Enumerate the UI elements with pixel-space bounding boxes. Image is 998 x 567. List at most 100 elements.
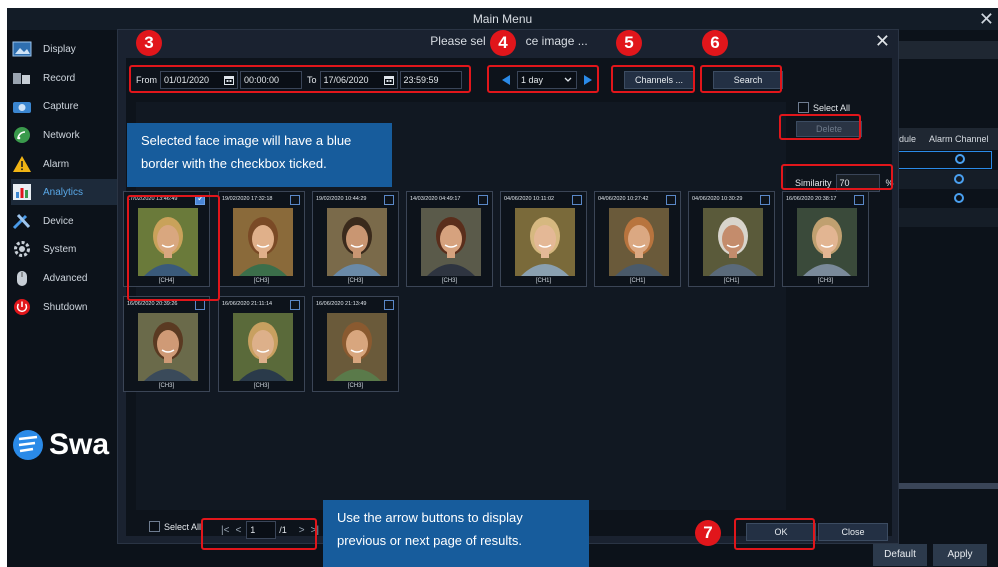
result-channel: [CH3]	[817, 278, 834, 284]
face-result-card[interactable]: 17/02/2020 13:46:49 [CH4]	[123, 191, 210, 287]
close-button[interactable]: Close	[818, 523, 888, 541]
sidebar-item-advanced[interactable]: Advanced	[11, 265, 123, 291]
apply-button[interactable]: Apply	[933, 544, 987, 566]
face-photo[interactable]	[327, 313, 387, 381]
period-select[interactable]: 1 day	[517, 71, 577, 89]
result-timestamp: 04/06/2020 10:11:02	[504, 196, 555, 202]
sidebar-item-capture[interactable]: Capture	[11, 93, 123, 119]
device-icon	[11, 211, 33, 231]
sidebar-item-device[interactable]: Device	[11, 208, 123, 234]
result-checkbox[interactable]	[384, 195, 394, 205]
capture-icon	[11, 96, 33, 116]
dialog-close-icon[interactable]: ✕	[875, 30, 890, 52]
sidebar-item-shutdown[interactable]: Shutdown	[11, 294, 123, 320]
face-result-card[interactable]: 16/06/2020 21:11:14 [CH3]	[218, 296, 305, 392]
next-page-icon[interactable]: >	[299, 525, 305, 536]
background-table-row[interactable]	[897, 170, 998, 189]
last-page-icon[interactable]: >|	[311, 525, 319, 536]
advanced-icon	[11, 268, 33, 288]
result-checkbox[interactable]	[854, 195, 864, 205]
face-photo[interactable]	[138, 313, 198, 381]
face-result-card[interactable]: 19/02/2020 17:32:18 [CH3]	[218, 191, 305, 287]
background-table-row[interactable]	[897, 189, 998, 208]
background-scrollbar[interactable]	[897, 483, 998, 489]
result-channel: [CH3]	[253, 278, 270, 284]
face-result-card[interactable]: 16/06/2020 20:39:26 [CH3]	[123, 296, 210, 392]
from-time-field[interactable]: 00:00:00	[240, 71, 302, 89]
from-date-value: 01/01/2020	[164, 75, 210, 85]
similarity-input[interactable]: 70	[835, 174, 880, 192]
ok-button[interactable]: OK	[746, 523, 816, 541]
date-range-bar: From 01/01/2020 00:00:00 To 17/06/2020 2…	[136, 71, 462, 89]
select-all-bottom[interactable]: Select All	[149, 521, 201, 532]
background-table-row[interactable]	[897, 151, 992, 169]
default-button[interactable]: Default	[873, 544, 927, 566]
sidebar-item-alarm[interactable]: Alarm	[11, 151, 123, 177]
sidebar-item-label: Device	[43, 215, 74, 227]
result-timestamp: 19/02/2020 17:32:18	[222, 196, 273, 202]
result-checkbox[interactable]	[195, 193, 205, 205]
window-title: Main Menu	[472, 12, 533, 26]
face-result-card[interactable]: 04/06/2020 10:11:02 [CH1]	[500, 191, 587, 287]
period-value: 1 day	[521, 75, 544, 85]
prev-period-icon[interactable]	[500, 74, 512, 86]
gear-icon[interactable]	[955, 154, 965, 164]
face-thumbnail-icon	[138, 313, 198, 381]
result-checkbox[interactable]	[572, 195, 582, 205]
window-titlebar: Main Menu ✕	[7, 8, 998, 30]
select-all-top[interactable]: Select All	[798, 102, 850, 113]
face-photo[interactable]	[233, 313, 293, 381]
result-checkbox[interactable]	[760, 195, 770, 205]
badge-4: 4	[490, 30, 516, 56]
sidebar-item-display[interactable]: Display	[11, 36, 123, 62]
face-photo[interactable]	[515, 208, 575, 276]
to-time-field[interactable]: 23:59:59	[399, 71, 462, 89]
face-result-card[interactable]: 16/06/2020 20:38:17 [CH3]	[782, 191, 869, 287]
search-button[interactable]: Search	[713, 71, 783, 89]
face-photo[interactable]	[421, 208, 481, 276]
window-close-icon[interactable]: ✕	[979, 8, 994, 30]
calendar-icon[interactable]	[383, 75, 394, 85]
result-checkbox[interactable]	[666, 195, 676, 205]
sidebar-item-analytics[interactable]: Analytics	[11, 179, 123, 205]
badge-6: 6	[702, 30, 728, 56]
sidebar-item-system[interactable]: System	[11, 236, 123, 262]
channels-button[interactable]: Channels ...	[624, 71, 694, 89]
display-icon	[11, 39, 33, 59]
delete-button[interactable]: Delete	[796, 121, 862, 137]
result-checkbox[interactable]	[478, 195, 488, 205]
to-date-field[interactable]: 17/06/2020	[319, 71, 398, 89]
face-photo[interactable]	[233, 208, 293, 276]
result-checkbox[interactable]	[384, 300, 394, 310]
next-period-icon[interactable]	[582, 74, 594, 86]
calendar-icon[interactable]	[224, 75, 234, 85]
alarm-icon	[11, 154, 33, 174]
face-result-card[interactable]: 16/06/2020 21:13:49 [CH3]	[312, 296, 399, 392]
face-photo[interactable]	[138, 208, 198, 276]
face-result-card[interactable]: 04/06/2020 10:30:29 [CH1]	[688, 191, 775, 287]
face-result-card[interactable]: 19/02/2020 10:44:29 [CH3]	[312, 191, 399, 287]
page-input[interactable]: 1	[246, 521, 277, 539]
sidebar-item-record[interactable]: Record	[11, 65, 123, 91]
sidebar-item-network[interactable]: Network	[11, 122, 123, 148]
gear-icon[interactable]	[954, 174, 964, 184]
face-photo[interactable]	[797, 208, 857, 276]
face-photo[interactable]	[609, 208, 669, 276]
face-thumbnail-icon	[327, 208, 387, 276]
footer-select-all-checkbox[interactable]	[149, 521, 160, 532]
face-thumbnail-icon	[421, 208, 481, 276]
face-result-card[interactable]: 04/06/2020 10:27:42 [CH1]	[594, 191, 681, 287]
result-checkbox[interactable]	[195, 300, 205, 310]
result-checkbox[interactable]	[290, 300, 300, 310]
from-date-field[interactable]: 01/01/2020	[160, 71, 238, 89]
first-page-icon[interactable]: |<	[221, 525, 229, 536]
prev-page-icon[interactable]: <	[235, 525, 241, 536]
face-photo[interactable]	[327, 208, 387, 276]
gear-icon[interactable]	[954, 193, 964, 203]
result-checkbox[interactable]	[290, 195, 300, 205]
result-timestamp: 14/03/2020 04:49:17	[410, 196, 461, 202]
badge-7: 7	[695, 520, 721, 546]
select-all-checkbox[interactable]	[798, 102, 809, 113]
face-result-card[interactable]: 14/03/2020 04:49:17 [CH3]	[406, 191, 493, 287]
face-photo[interactable]	[703, 208, 763, 276]
